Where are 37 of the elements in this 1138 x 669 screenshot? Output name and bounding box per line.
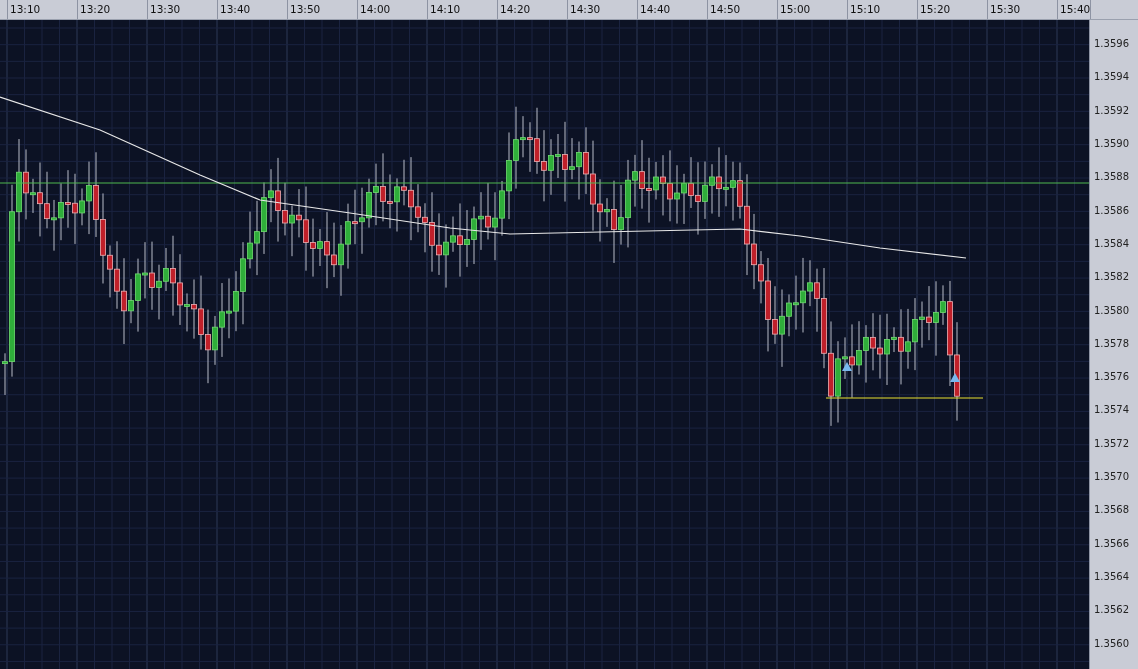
- time-label: 14:00: [357, 0, 427, 19]
- time-label: 14:30: [567, 0, 637, 19]
- price-label: 1.3576: [1093, 370, 1130, 385]
- price-label: 1.3588: [1093, 170, 1130, 185]
- triangle-marker: [950, 373, 960, 382]
- time-label: 15:20: [917, 0, 987, 19]
- price-label: 1.3586: [1093, 203, 1130, 218]
- price-label: 1.3564: [1093, 570, 1130, 584]
- time-label: 13:40: [217, 0, 287, 19]
- price-label: 1.3562: [1093, 603, 1130, 618]
- time-label: 13:50: [287, 0, 357, 19]
- time-label: 14:20: [497, 0, 567, 19]
- price-label: 1.3574: [1093, 403, 1130, 418]
- time-label: 15:00: [777, 0, 847, 19]
- time-label: 15:40: [1057, 0, 1092, 19]
- time-label: 13:30: [147, 0, 217, 19]
- price-label: 1.3582: [1093, 270, 1130, 285]
- price-label: 1.3580: [1093, 303, 1130, 318]
- time-label: 14:40: [637, 0, 707, 19]
- price-label: 1.3592: [1093, 103, 1130, 118]
- price-label: 1.3560: [1093, 636, 1130, 651]
- price-label: 1.3584: [1093, 236, 1130, 251]
- price-label: 1.3566: [1093, 536, 1130, 551]
- time-label: 13:10: [7, 0, 77, 19]
- price-label: 1.3572: [1093, 436, 1130, 451]
- triangle-marker: [842, 362, 852, 371]
- time-label: 14:50: [707, 0, 777, 19]
- price-label: 1.3594: [1093, 70, 1130, 85]
- price-label: 1.3570: [1093, 470, 1130, 485]
- time-label: 15:30: [987, 0, 1057, 19]
- price-label: 1.3578: [1093, 336, 1130, 351]
- price-label: 1.3568: [1093, 503, 1130, 518]
- price-label: 1.3590: [1093, 136, 1130, 151]
- time-label: 15:10: [847, 0, 917, 19]
- time-label: 14:10: [427, 0, 497, 19]
- price-label: 1.3596: [1093, 37, 1130, 51]
- time-label: 13:20: [77, 0, 147, 19]
